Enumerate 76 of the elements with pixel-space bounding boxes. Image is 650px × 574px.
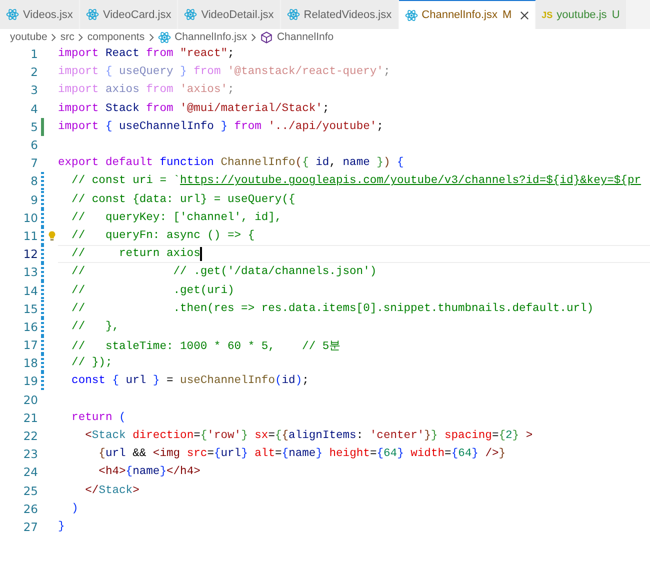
code-line: import React from "react"; [58,48,234,60]
line-number: 19 [22,374,38,388]
code-line: ) [70,502,78,515]
code-line: <h4>{name}</h4> [98,466,200,478]
line-number: 18 [22,356,38,370]
code-line: } [58,520,65,533]
code-line: // .then(res => res.data.items[0].snippet.thumbnails.default.url) [70,302,594,315]
line-number: 22 [22,429,38,444]
code-line: </Stack> [84,484,140,497]
atom-icon [86,8,99,21]
line-number: 8 [30,174,38,188]
line-number: 25 [22,484,38,498]
breadcrumb-item[interactable]: youtube [10,31,48,43]
code-line: // const {data: url} = useQuery({ [70,194,296,206]
line-number: 2 [30,65,38,80]
chevron-icon [148,32,154,42]
line-number: 10 [22,210,38,225]
atom-icon [6,8,19,21]
line-number: 4 [30,102,38,116]
breadcrumb-item[interactable]: ChannelInfo.jsx [174,31,247,43]
editor-tab[interactable]: ChannelInfo.jsx M [398,0,536,29]
line-number: 11 [22,228,38,243]
line-number: 3 [30,83,38,98]
code-line: // staleTime: 1000 * 60 * 5, // 5분 [70,340,340,353]
line-number: 7 [30,156,38,170]
breadcrumb-item[interactable]: src [60,31,74,43]
line-number: 15 [22,302,38,316]
code-line: import Stack from '@mui/material/Stack'; [58,102,330,115]
line-number: 23 [22,447,38,462]
line-number: 21 [22,410,38,425]
atom-icon [184,8,198,21]
code-line: // const uri = `https://youtube.googleapis.com/youtube/v3/channels?id=${id}&key=${pr [70,175,642,188]
chevron-icon [78,32,84,42]
editor-tab[interactable]: VideoCard.jsx [80,0,178,29]
code-line: import { useChannelInfo } from '../api/youtube'; [58,120,384,133]
line-number: 24 [22,465,38,480]
editor-tab[interactable]: RelatedVideos.jsx [280,0,399,29]
line-number: 13 [22,265,38,280]
code-line: import axios from 'axios'; [58,84,234,96]
line-number: 9 [30,192,38,207]
code-line: // return axios [70,248,200,260]
breadcrumb-item[interactable]: components [87,31,145,43]
atom-icon [286,8,300,21]
code-line: import { useQuery } from '@tanstack/react-query'; [58,66,390,78]
line-number: 27 [22,520,38,534]
line-number: 14 [22,284,38,298]
code-line: // queryKey: ['channel', id], [70,212,282,224]
code-line: <Stack direction={'row'} sx={{alignItems: 'center'}} spacing={2} > [84,430,533,442]
chevron-icon [250,32,256,42]
line-number: 16 [22,320,38,334]
code-line: return ( [70,412,126,424]
code-line: {url && <img src={url} alt={name} height={64} width={64} />} [98,448,506,460]
editor-tab[interactable]: Videos.jsx [0,0,80,29]
atom-icon [158,30,171,44]
code-line: // }); [70,357,112,370]
line-number: 26 [22,502,38,516]
lightbulb-icon[interactable] [48,230,56,242]
editor-tab[interactable]: VideoDetail.jsx [178,0,281,29]
editor-tab[interactable]: JS youtube.js U [536,0,627,29]
code-line: // }, [70,320,120,333]
close-icon[interactable] [520,10,529,20]
line-number: 1 [30,47,38,62]
code-line: // // .get('/data/channels.json') [70,266,377,278]
chevron-icon [51,32,56,42]
code-line: // queryFn: async () => { [70,230,255,242]
line-number: 20 [22,392,38,407]
line-number: 17 [22,338,38,352]
breadcrumb-item[interactable]: ChannelInfo [276,31,334,43]
code-line: // .get(uri) [70,284,234,297]
atom-icon [404,8,418,22]
line-number: 12 [22,247,38,262]
cube-icon [260,30,273,44]
line-number: 6 [30,138,38,152]
code-line: const { url } = useChannelInfo(id); [70,375,309,388]
line-number: 5 [30,120,38,134]
code-line: export default function ChannelInfo({ id, name }) { [58,157,404,170]
